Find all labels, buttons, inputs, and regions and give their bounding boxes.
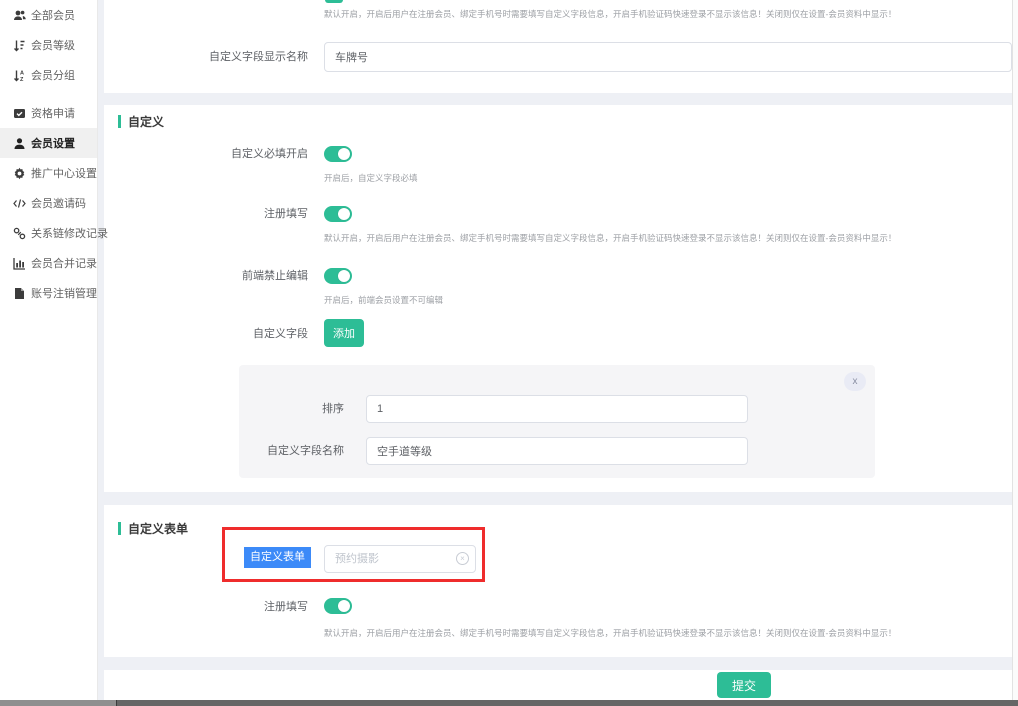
section-accent-bar xyxy=(118,522,121,535)
section-header: 自定义 xyxy=(118,113,164,130)
register-fill-label: 注册填写 xyxy=(104,599,308,615)
frontend-edit-toggle[interactable] xyxy=(324,268,352,284)
register-fill-label: 注册填写 xyxy=(104,206,308,222)
sidebar-item-qualification-apply[interactable]: 资格申请 xyxy=(0,98,97,128)
custom-section-card: 自定义 自定义必填开启 开启后，自定义字段必填 注册填写 默认开启，开启后用户在… xyxy=(104,105,1012,492)
submit-button[interactable]: 提交 xyxy=(717,672,771,698)
sidebar-item-member-levels[interactable]: 会员等级 xyxy=(0,30,97,60)
frontend-edit-hint: 开启后，前端会员设置不可编辑 xyxy=(324,294,443,306)
register-fill-toggle[interactable] xyxy=(324,206,352,222)
user-icon xyxy=(13,137,26,150)
custom-form-input[interactable] xyxy=(324,545,476,573)
horizontal-scrollbar-thumb[interactable] xyxy=(116,700,1018,706)
custom-field-card: 默认开启，开启后用户在注册会员、绑定手机号时需要填写自定义字段信息，开启手机验证… xyxy=(104,0,1012,93)
sidebar-item-label: 全部会员 xyxy=(31,7,75,23)
custom-field-name-input[interactable] xyxy=(324,42,1012,72)
sort-level-icon xyxy=(13,39,26,52)
section-accent-bar xyxy=(118,115,121,128)
field-name-label: 自定义字段名称 xyxy=(239,443,344,459)
sort-input[interactable] xyxy=(366,395,748,423)
sidebar-item-label: 关系链修改记录 xyxy=(31,225,108,241)
right-scroll-track xyxy=(1012,0,1018,700)
custom-field-panel: x 排序 自定义字段名称 xyxy=(239,365,875,478)
sidebar-item-promotion-settings[interactable]: 推广中心设置 xyxy=(0,158,97,188)
custom-required-toggle[interactable] xyxy=(324,146,352,162)
sidebar-item-relation-chain-log[interactable]: 关系链修改记录 xyxy=(0,218,97,248)
custom-form-card: 自定义表单 自定义表单 × 注册填写 默认开启，开启后用户在注册会员、绑定手机号… xyxy=(104,505,1012,657)
sidebar-item-label: 推广中心设置 xyxy=(31,165,97,181)
submit-bar: 提交 xyxy=(104,670,1012,700)
svg-text:Z: Z xyxy=(20,77,24,82)
sidebar-item-invite-code[interactable]: 会员邀请码 xyxy=(0,188,97,218)
file-icon xyxy=(13,287,26,300)
sort-label: 排序 xyxy=(239,401,344,417)
custom-required-label: 自定义必填开启 xyxy=(104,146,308,162)
sidebar-item-label: 资格申请 xyxy=(31,105,75,121)
section-header: 自定义表单 xyxy=(118,520,188,537)
register-fill-hint: 默认开启，开启后用户在注册会员、绑定手机号时需要填写自定义字段信息，开启手机验证… xyxy=(324,232,896,244)
sidebar-item-label: 会员等级 xyxy=(31,37,75,53)
sidebar-item-label: 会员邀请码 xyxy=(31,195,86,211)
field-hint: 默认开启，开启后用户在注册会员、绑定手机号时需要填写自定义字段信息，开启手机验证… xyxy=(324,8,896,20)
sidebar-item-merge-log[interactable]: 会员合并记录 xyxy=(0,248,97,278)
sidebar-item-member-groups[interactable]: AZ 会员分组 xyxy=(0,60,97,90)
field-name-input[interactable] xyxy=(366,437,748,465)
gear-icon xyxy=(13,167,26,180)
sidebar-item-all-members[interactable]: 全部会员 xyxy=(0,0,97,30)
page-background: 全部会员 会员等级 AZ 会员分组 资格申请 会员设置 推广中心设置 xyxy=(0,0,1018,706)
qualification-icon xyxy=(13,107,26,120)
partial-toggle[interactable] xyxy=(325,0,343,3)
close-icon[interactable]: x xyxy=(844,372,866,391)
custom-field-label: 自定义字段 xyxy=(104,326,308,342)
custom-form-label: 自定义表单 xyxy=(244,547,311,568)
code-icon xyxy=(13,197,26,210)
sidebar-item-label: 会员分组 xyxy=(31,67,75,83)
sort-az-icon: AZ xyxy=(13,69,26,82)
chart-icon xyxy=(13,257,26,270)
sidebar-item-label: 账号注销管理 xyxy=(31,285,97,301)
add-button[interactable]: 添加 xyxy=(324,319,364,347)
register-fill-toggle[interactable] xyxy=(324,598,352,614)
clear-input-icon[interactable]: × xyxy=(456,552,469,565)
sidebar: 全部会员 会员等级 AZ 会员分组 资格申请 会员设置 推广中心设置 xyxy=(0,0,98,700)
frontend-edit-label: 前端禁止编辑 xyxy=(104,268,308,284)
sidebar-item-member-settings[interactable]: 会员设置 xyxy=(0,128,97,158)
section-title: 自定义 xyxy=(128,113,164,130)
users-icon xyxy=(13,9,26,22)
sidebar-item-label: 会员合并记录 xyxy=(31,255,97,271)
field-label: 自定义字段显示名称 xyxy=(104,49,308,65)
horizontal-scrollbar xyxy=(0,700,1018,706)
section-title: 自定义表单 xyxy=(128,520,188,537)
link-icon xyxy=(13,227,26,240)
register-fill-hint: 默认开启，开启后用户在注册会员、绑定手机号时需要填写自定义字段信息，开启手机验证… xyxy=(324,627,896,639)
svg-text:A: A xyxy=(20,70,24,76)
sidebar-item-account-cancel[interactable]: 账号注销管理 xyxy=(0,278,97,308)
custom-required-hint: 开启后，自定义字段必填 xyxy=(324,172,418,184)
sidebar-item-label: 会员设置 xyxy=(31,135,75,151)
